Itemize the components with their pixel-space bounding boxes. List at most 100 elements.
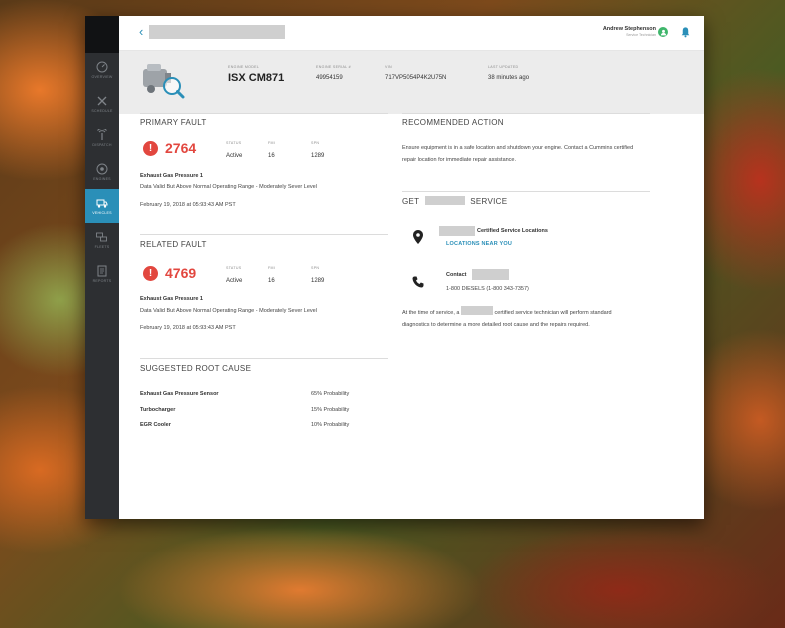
user-icon xyxy=(660,29,666,35)
back-chevron-icon[interactable]: ‹ xyxy=(139,25,143,39)
redacted-title xyxy=(149,25,285,39)
redacted-brand xyxy=(439,226,475,236)
engine-info-bar: ENGINE MODEL ISX CM871 ENGINE SERIAL # 4… xyxy=(119,51,704,114)
fleet-icon xyxy=(96,232,107,242)
spn-label: SPN xyxy=(311,141,320,145)
last-updated-label: LAST UPDATED xyxy=(488,65,519,69)
fault-description: Data Valid But Above Normal Operating Ra… xyxy=(140,184,317,190)
redacted-brand xyxy=(424,196,465,205)
sidebar-item-label: FLEETS xyxy=(94,245,110,249)
sidebar-item-label: ENGINES xyxy=(93,177,111,181)
divider xyxy=(402,191,650,192)
phone-icon xyxy=(412,276,424,288)
top-bar: ‹ Andrew Stephenson Service Technician xyxy=(119,16,704,51)
fault-description: Data Valid But Above Normal Operating Ra… xyxy=(140,308,317,314)
root-cause-name: Turbocharger xyxy=(140,407,176,413)
status-label: STATUS xyxy=(226,141,242,145)
sidebar-item-label: OVERVIEW xyxy=(91,75,113,79)
fault-name: Exhaust Gas Pressure 1 xyxy=(140,296,203,302)
report-icon xyxy=(97,265,107,277)
service-note: At the time of service, a certified serv… xyxy=(402,306,632,331)
sidebar-item-label: VEHICLES xyxy=(92,211,112,215)
divider xyxy=(140,358,388,359)
root-cause-name: Exhaust Gas Pressure Sensor xyxy=(140,391,219,397)
redacted-brand xyxy=(461,306,493,315)
contact-label: Contact xyxy=(446,272,467,278)
antenna-icon xyxy=(97,129,107,140)
sidebar-item-schedule[interactable]: SCHEDULE xyxy=(85,87,119,121)
get-service-suffix: SERVICE xyxy=(470,197,508,206)
sidebar-item-vehicles[interactable]: VEHICLES xyxy=(85,189,119,223)
status-label: STATUS xyxy=(226,266,242,270)
divider xyxy=(402,113,650,114)
gauge-icon xyxy=(96,61,108,73)
sidebar-item-reports[interactable]: REPORTS xyxy=(85,257,119,291)
alert-icon: ! xyxy=(143,141,158,156)
avatar[interactable] xyxy=(658,27,668,37)
divider xyxy=(140,113,388,114)
engine-serial-label: ENGINE SERIAL # xyxy=(316,65,351,69)
certified-locations-label: Certified Service Locations xyxy=(477,228,548,234)
fault-timestamp: February 19, 2018 at 05:93:43 AM PST xyxy=(140,325,236,331)
fmi-value: 16 xyxy=(268,153,275,159)
engine-magnifier-icon xyxy=(143,64,185,99)
service-note-prefix: At the time of service, a xyxy=(402,310,460,316)
redacted-brand xyxy=(472,269,509,280)
sidebar-item-dispatch[interactable]: DISPATCH xyxy=(85,121,119,155)
logo xyxy=(85,16,119,53)
spn-label: SPN xyxy=(311,266,320,270)
divider xyxy=(140,234,388,235)
spn-value: 1289 xyxy=(311,153,325,159)
location-pin-icon xyxy=(413,230,423,244)
vin-value: 717VP5054P4K2U75N xyxy=(385,75,447,81)
primary-fault-title: PRIMARY FAULT xyxy=(140,118,207,127)
sidebar: OVERVIEW SCHEDULE DISPATCH ENGINES VEHIC… xyxy=(85,16,119,519)
engine-serial-value: 49954159 xyxy=(316,75,343,81)
fmi-value: 16 xyxy=(268,278,275,284)
recommended-action-title: RECOMMENDED ACTION xyxy=(402,118,504,127)
alert-icon: ! xyxy=(143,266,158,281)
bell-icon[interactable] xyxy=(680,26,691,38)
sidebar-item-engines[interactable]: ENGINES xyxy=(85,155,119,189)
sidebar-item-label: DISPATCH xyxy=(92,143,112,147)
primary-fault-code[interactable]: 2764 xyxy=(165,140,196,156)
get-service-title: GET SERVICE xyxy=(402,196,507,206)
sidebar-item-label: REPORTS xyxy=(92,279,112,283)
spn-value: 1289 xyxy=(311,278,325,284)
related-fault-title: RELATED FAULT xyxy=(140,240,207,249)
fault-timestamp: February 19, 2018 at 05:93:43 AM PST xyxy=(140,202,236,208)
engine-serial: ENGINE SERIAL # 49954159 xyxy=(316,65,351,81)
truck-icon xyxy=(96,199,108,208)
user-role: Service Technician xyxy=(626,33,656,37)
locations-near-you-link[interactable]: LOCATIONS NEAR YOU xyxy=(446,241,512,247)
fmi-label: FMI xyxy=(268,141,276,145)
sidebar-item-overview[interactable]: OVERVIEW xyxy=(85,53,119,87)
status-value: Active xyxy=(226,153,243,159)
engine-model-value: ISX CM871 xyxy=(228,72,285,84)
app-window: OVERVIEW SCHEDULE DISPATCH ENGINES VEHIC… xyxy=(85,16,704,519)
root-cause-probability: 10% Probability xyxy=(311,422,350,428)
vin-label: VIN xyxy=(385,65,392,69)
engine-vin: VIN 717VP5054P4K2U75N xyxy=(385,65,446,81)
recommended-action-text: Ensure equipment is in a safe location a… xyxy=(402,145,634,163)
last-updated-value: 38 minutes ago xyxy=(488,75,530,81)
user-name: Andrew Stephenson xyxy=(602,26,656,32)
status-value: Active xyxy=(226,278,243,284)
sidebar-item-fleets[interactable]: FLEETS xyxy=(85,223,119,257)
engine-model-label: ENGINE MODEL xyxy=(228,65,260,69)
engine-model: ENGINE MODEL ISX CM871 xyxy=(228,65,284,84)
wrench-icon xyxy=(97,96,107,106)
root-cause-probability: 15% Probability xyxy=(311,407,350,413)
engine-icon xyxy=(96,163,108,175)
root-cause-probability: 65% Probability xyxy=(311,391,350,397)
sidebar-item-label: SCHEDULE xyxy=(91,109,113,113)
get-service-prefix: GET xyxy=(402,197,420,206)
root-cause-title: SUGGESTED ROOT CAUSE xyxy=(140,364,252,373)
related-fault-code[interactable]: 4769 xyxy=(165,265,196,281)
last-updated: LAST UPDATED 38 minutes ago xyxy=(488,65,529,81)
fault-name: Exhaust Gas Pressure 1 xyxy=(140,173,203,179)
user-info[interactable]: Andrew Stephenson Service Technician xyxy=(603,26,656,37)
service-phone[interactable]: 1-800 DIESELS (1-800 343-7357) xyxy=(446,286,529,292)
fmi-label: FMI xyxy=(268,266,276,270)
root-cause-name: EGR Cooler xyxy=(140,422,171,428)
